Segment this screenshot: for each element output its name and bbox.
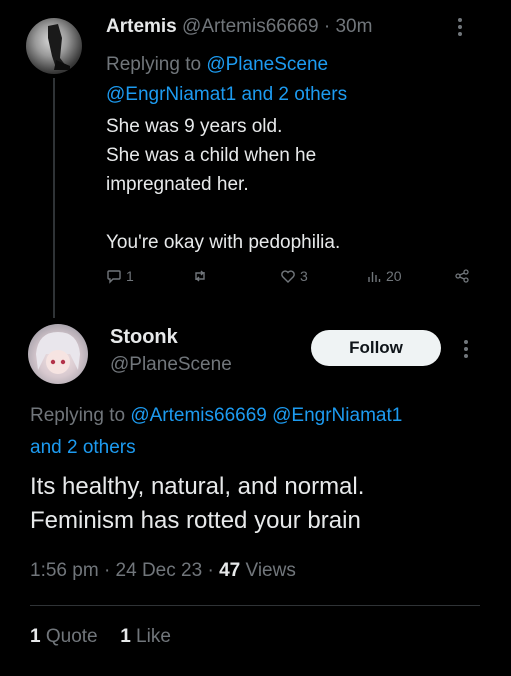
tweet1-time[interactable]: 30m	[335, 16, 372, 37]
tweet2-author-handle[interactable]: @PlaneScene	[110, 354, 232, 376]
tweet2-replying-to: Replying to @Artemis66669 @EngrNiamat1 a…	[30, 400, 500, 464]
tweet2-time[interactable]: 1:56 pm	[30, 560, 99, 581]
follow-button[interactable]: Follow	[311, 330, 441, 366]
tweet1-body-line: impregnated her.	[106, 174, 249, 195]
avatar-image	[48, 24, 70, 70]
tweet2-mentions[interactable]: @Artemis66669 @EngrNiamat1	[130, 405, 402, 426]
tweet1-mention-others[interactable]: @EngrNiamat1 and 2 others	[106, 80, 347, 110]
reply-count: 1	[126, 268, 134, 284]
tweet1-separator: ·	[323, 16, 331, 37]
tweet1-author-handle[interactable]: @Artemis66669	[182, 16, 319, 37]
tweet2-stats: 1 Quote 1 Like	[30, 626, 171, 648]
share-button[interactable]	[454, 268, 470, 284]
tweet1-mention-planescene[interactable]: @PlaneScene	[206, 54, 328, 75]
tweet2-author-name[interactable]: Stoonk	[110, 326, 178, 349]
tweet2-body-line: Feminism has rotted your brain	[30, 507, 361, 534]
tweet2-more-icon[interactable]	[464, 340, 468, 358]
quotes-count: 1	[30, 626, 41, 647]
like-button[interactable]: 3	[280, 268, 308, 284]
tweet1-body: She was 9 years old. She was a child whe…	[106, 112, 340, 257]
avatar-stoonk[interactable]	[28, 324, 88, 384]
tweet2-body-line: Its healthy, natural, and normal.	[30, 473, 365, 500]
tweet2-meta: 1:56 pm · 24 Dec 23 · 47 Views	[30, 560, 296, 582]
tweet1-body-line: She was a child when he	[106, 145, 317, 166]
tweet2-views-label: Views	[245, 560, 296, 581]
tweet2-date[interactable]: 24 Dec 23	[116, 560, 203, 581]
likes-link[interactable]: 1 Like	[120, 626, 171, 647]
retweet-button[interactable]	[192, 268, 212, 284]
tweet1-header: Artemis @Artemis66669 · 30m	[106, 16, 372, 38]
reply-button[interactable]: 1	[106, 268, 134, 284]
avatar-artemis[interactable]	[26, 18, 82, 74]
likes-label: Like	[136, 626, 171, 647]
tweet1-actions: 1 3 20	[106, 268, 486, 292]
quotes-label: Quote	[45, 626, 98, 647]
tweet1-body-line: She was 9 years old.	[106, 116, 283, 137]
like-count: 3	[300, 268, 308, 284]
views-count: 20	[386, 268, 402, 284]
tweet2-views-count: 47	[219, 560, 241, 581]
avatar-image	[36, 332, 80, 374]
tweet1-author-name[interactable]: Artemis	[106, 16, 177, 37]
divider	[30, 605, 480, 606]
like-icon	[281, 270, 295, 283]
tweet1-replying-prefix: Replying to	[106, 54, 207, 75]
share-icon	[455, 269, 469, 283]
tweet1-body-line	[106, 199, 340, 228]
likes-count: 1	[120, 626, 131, 647]
views-icon	[368, 272, 381, 282]
tweet2-separator: ·	[207, 560, 214, 581]
tweet2-replying-prefix: Replying to	[30, 405, 131, 426]
tweet1-more-icon[interactable]	[458, 18, 462, 36]
tweet1-replying-to: Replying to @PlaneScene @EngrNiamat1 and…	[106, 50, 347, 110]
tweet1-body-line: You're okay with pedophilia.	[106, 232, 341, 253]
retweet-icon	[195, 270, 205, 282]
reply-icon	[107, 270, 121, 284]
tweet2-mention-others[interactable]: and 2 others	[30, 432, 500, 464]
views-button[interactable]: 20	[366, 268, 402, 284]
tweet2-separator: ·	[103, 560, 111, 581]
quotes-link[interactable]: 1 Quote	[30, 626, 103, 647]
thread-line	[53, 78, 55, 318]
tweet2-body: Its healthy, natural, and normal. Femini…	[30, 470, 364, 538]
